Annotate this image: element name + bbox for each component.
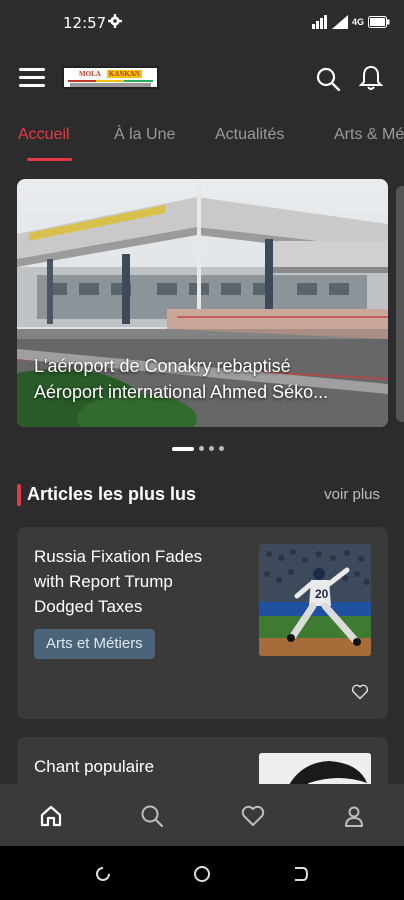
- recents-icon[interactable]: [93, 864, 113, 884]
- article-title[interactable]: Russia Fixation Fades with Report Trump …: [34, 544, 234, 619]
- caption-line-1: L'aéroport de Conakry rebaptisé: [34, 356, 291, 376]
- status-time: 12:57: [63, 14, 107, 32]
- app-logo[interactable]: MOLA KANKAN: [62, 66, 159, 89]
- carousel-dot-active[interactable]: [172, 446, 194, 451]
- carousel-dots: [172, 446, 224, 451]
- next-slide-peek[interactable]: [396, 186, 404, 422]
- see-more-link[interactable]: voir plus: [324, 486, 380, 503]
- caption-line-2: Aéroport international Ahmed Sékо...: [34, 382, 329, 402]
- favorite-heart-icon[interactable]: [351, 684, 369, 700]
- logo-text-1: MOLA: [79, 69, 101, 78]
- status-icons: 4G: [311, 14, 390, 30]
- heart-icon[interactable]: [241, 804, 265, 828]
- wifi-signal-icon: [311, 15, 327, 29]
- carousel-caption[interactable]: L'aéroport de Conakry rebaptisé Aéroport…: [34, 353, 374, 405]
- tab-a-la-une[interactable]: À la Une: [114, 126, 175, 144]
- most-read-header: Articles les plus lus voir plus: [17, 482, 388, 508]
- article-card[interactable]: Russia Fixation Fades with Report Trump …: [17, 527, 388, 719]
- article-title[interactable]: Chant populaire: [34, 754, 234, 779]
- carousel-dot[interactable]: [199, 446, 204, 451]
- carousel-dot[interactable]: [209, 446, 214, 451]
- app-header: MOLA KANKAN: [0, 44, 404, 112]
- tab-accueil[interactable]: Accueil: [18, 126, 70, 144]
- search-icon[interactable]: [140, 804, 164, 828]
- home-icon[interactable]: [39, 804, 63, 828]
- profile-icon[interactable]: [342, 804, 366, 828]
- network-type-label: 4G: [351, 17, 364, 27]
- featured-carousel[interactable]: L'aéroport de Conakry rebaptisé Aéroport…: [17, 179, 388, 427]
- notification-bell-icon[interactable]: [359, 65, 383, 91]
- article-thumbnail[interactable]: 20: [259, 544, 371, 656]
- section-accent-bar: [17, 484, 21, 506]
- menu-icon[interactable]: [19, 68, 45, 88]
- tab-actualites[interactable]: Actualités: [215, 126, 284, 144]
- logo-text-2: KANKAN: [106, 69, 142, 78]
- section-title: Articles les plus lus: [27, 484, 197, 504]
- bottom-navigation: [0, 784, 404, 846]
- home-button-icon[interactable]: [192, 864, 212, 884]
- system-navigation-bar: [0, 846, 404, 900]
- category-tag[interactable]: Arts et Métiers: [34, 629, 155, 659]
- active-tab-indicator: [27, 158, 72, 161]
- battery-icon: [368, 16, 390, 28]
- category-tabs: Accueil À la Une Actualités Arts & Mé: [0, 112, 404, 164]
- status-bar: 12:57 4G: [0, 0, 404, 44]
- carousel-dot[interactable]: [219, 446, 224, 451]
- baseball-pitcher-photo: 20: [259, 544, 371, 656]
- search-icon[interactable]: [316, 67, 340, 91]
- back-icon[interactable]: [291, 864, 311, 884]
- svg-text:20: 20: [315, 587, 329, 601]
- cell-signal-icon: [331, 15, 348, 29]
- settings-gear-icon: [108, 14, 122, 28]
- tab-arts[interactable]: Arts & Mé: [334, 126, 404, 144]
